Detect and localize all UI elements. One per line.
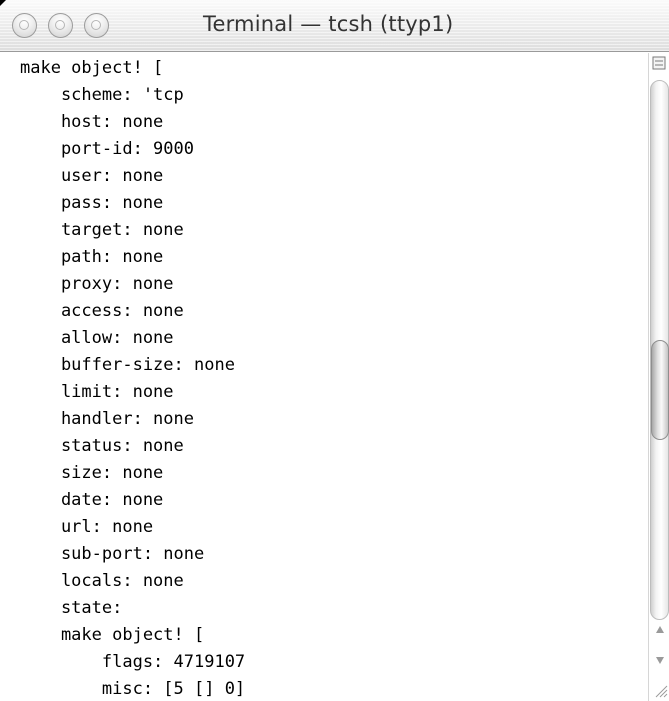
title-bar[interactable]: Terminal — tcsh (ttyp1)	[0, 0, 669, 52]
terminal-line: flags: 4719107	[20, 652, 246, 672]
terminal-line: limit: none	[20, 382, 174, 402]
terminal-line: buffer-size: none	[20, 355, 235, 375]
terminal-line: misc: [5 [] 0]	[20, 679, 246, 699]
terminal-line: make object! [	[20, 58, 164, 78]
terminal-line: access: none	[20, 301, 184, 321]
terminal-line: path: none	[20, 247, 164, 267]
minimize-button-icon	[55, 20, 65, 30]
terminal-line: handler: none	[20, 409, 194, 429]
window-corner-mark	[0, 0, 6, 6]
terminal-line: url: none	[20, 517, 154, 537]
split-pane-icon[interactable]	[652, 56, 666, 70]
window-title: Terminal — tcsh (ttyp1)	[203, 12, 454, 36]
scroll-up-arrow-icon[interactable]	[652, 622, 668, 638]
zoom-button[interactable]	[84, 13, 109, 38]
scroll-down-arrow-icon[interactable]	[652, 652, 668, 668]
terminal-line: locals: none	[20, 571, 184, 591]
terminal-line: date: none	[20, 490, 164, 510]
terminal-line: sub-port: none	[20, 544, 205, 564]
close-button[interactable]	[12, 13, 37, 38]
scrollbar-thumb[interactable]	[651, 340, 669, 440]
terminal-line: status: none	[20, 436, 184, 456]
terminal-line: proxy: none	[20, 274, 174, 294]
terminal-line: user: none	[20, 166, 164, 186]
close-button-icon	[19, 20, 29, 30]
terminal-line: make object! [	[20, 625, 205, 645]
terminal-line: host: none	[20, 112, 164, 132]
terminal-line: allow: none	[20, 328, 174, 348]
minimize-button[interactable]	[48, 13, 73, 38]
terminal-line: port-id: 9000	[20, 139, 194, 159]
terminal-output[interactable]: make object! [ scheme: 'tcp host: none p…	[0, 53, 648, 701]
terminal-window: Terminal — tcsh (ttyp1) make object! [ s…	[0, 0, 669, 701]
zoom-button-icon	[91, 20, 101, 30]
terminal-line: size: none	[20, 463, 164, 483]
terminal-line: scheme: 'tcp	[20, 85, 184, 105]
terminal-line: state:	[20, 598, 123, 618]
terminal-line: target: none	[20, 220, 184, 240]
terminal-line: pass: none	[20, 193, 164, 213]
resize-grip-icon[interactable]	[652, 682, 668, 698]
